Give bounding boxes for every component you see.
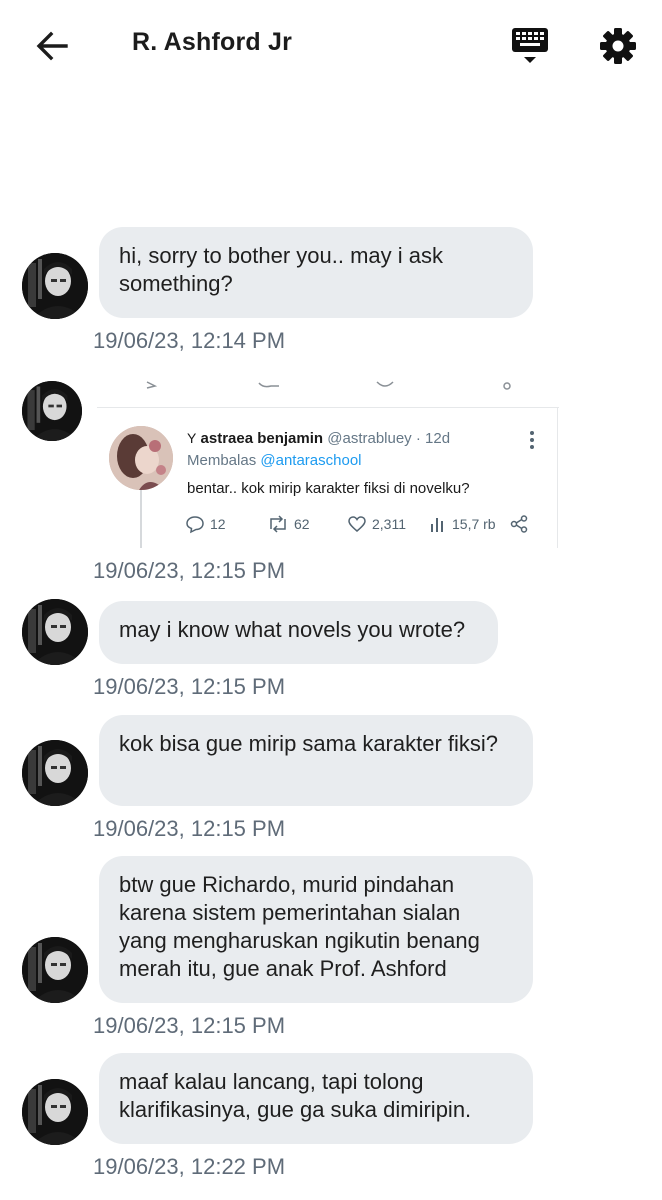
message-timestamp: 19/06/23, 12:22 PM (93, 1154, 286, 1179)
settings-button[interactable] (596, 24, 640, 68)
like-count: 2,311 (372, 516, 406, 532)
verified-badge-icon: Υ (187, 430, 197, 446)
chat-header: R. Ashford Jr (0, 0, 662, 90)
reply-to-handle: @antaraschool (260, 452, 362, 469)
message-timestamp: 19/06/23, 12:15 PM (93, 558, 286, 583)
views-bar-icon (431, 518, 443, 532)
share-stat (509, 513, 529, 535)
avatar[interactable] (22, 381, 82, 441)
message-bubble[interactable]: kok bisa gue mirip sama karakter fiksi? (99, 715, 533, 806)
message-timestamp: 19/06/23, 12:15 PM (93, 1013, 286, 1038)
view-count: 15,7 rb (452, 516, 496, 532)
more-options-icon (527, 428, 537, 452)
reply-count: 12 (210, 516, 226, 532)
divider (97, 407, 559, 408)
tweet-author-name: astraea benjamin (200, 430, 324, 447)
cropped-icons-row (146, 381, 511, 390)
tweet-age: · 12d (415, 430, 451, 447)
divider (557, 407, 558, 548)
tweet-text: bentar.. kok mirip karakter fiksi di nov… (187, 480, 470, 497)
tweet-author-line: Υ astraea benjamin @astrabluey · 12d (187, 430, 450, 447)
retweet-count: 62 (294, 516, 310, 532)
avatar[interactable] (22, 599, 88, 665)
retweet-icon (270, 515, 286, 533)
conversation-title: R. Ashford Jr (132, 28, 293, 56)
retweet-stat: 62 (267, 513, 310, 535)
message-timestamp: 19/06/23, 12:14 PM (93, 328, 286, 353)
heart-icon (348, 516, 366, 532)
views-stat: 15,7 rb (429, 513, 496, 535)
reply-stat: 12 (185, 513, 226, 535)
comment-icon (186, 516, 204, 534)
message-bubble[interactable]: btw gue Richardo, murid pindahan karena … (99, 856, 533, 1003)
reply-context: Membalas @antaraschool (187, 452, 362, 469)
tweet-screenshot-image[interactable]: Υ astraea benjamin @astrabluey · 12d Mem… (97, 380, 559, 548)
gear-icon (600, 28, 636, 64)
reply-prefix: Membalas (187, 452, 257, 469)
avatar[interactable] (22, 937, 88, 1003)
tweet-author-handle: @astrabluey (327, 430, 412, 447)
arrow-left-icon (36, 31, 68, 61)
avatar[interactable] (22, 1079, 88, 1145)
message-timestamp: 19/06/23, 12:15 PM (93, 674, 286, 699)
message-bubble[interactable]: maaf kalau lancang, tapi tolong klarifik… (99, 1053, 533, 1144)
keyboard-icon (512, 28, 548, 63)
tweet-author-avatar (109, 426, 173, 490)
avatar[interactable] (22, 253, 88, 319)
message-timestamp: 19/06/23, 12:15 PM (93, 816, 286, 841)
keyboard-button[interactable] (508, 24, 552, 68)
message-bubble[interactable]: may i know what novels you wrote? (99, 601, 498, 664)
avatar[interactable] (22, 740, 88, 806)
back-button[interactable] (30, 24, 74, 68)
message-bubble[interactable]: hi, sorry to bother you.. may i ask some… (99, 227, 533, 318)
like-stat: 2,311 (347, 513, 406, 535)
share-icon (510, 515, 528, 533)
tweet-actions: 12 62 2,311 15,7 rb (185, 513, 535, 537)
